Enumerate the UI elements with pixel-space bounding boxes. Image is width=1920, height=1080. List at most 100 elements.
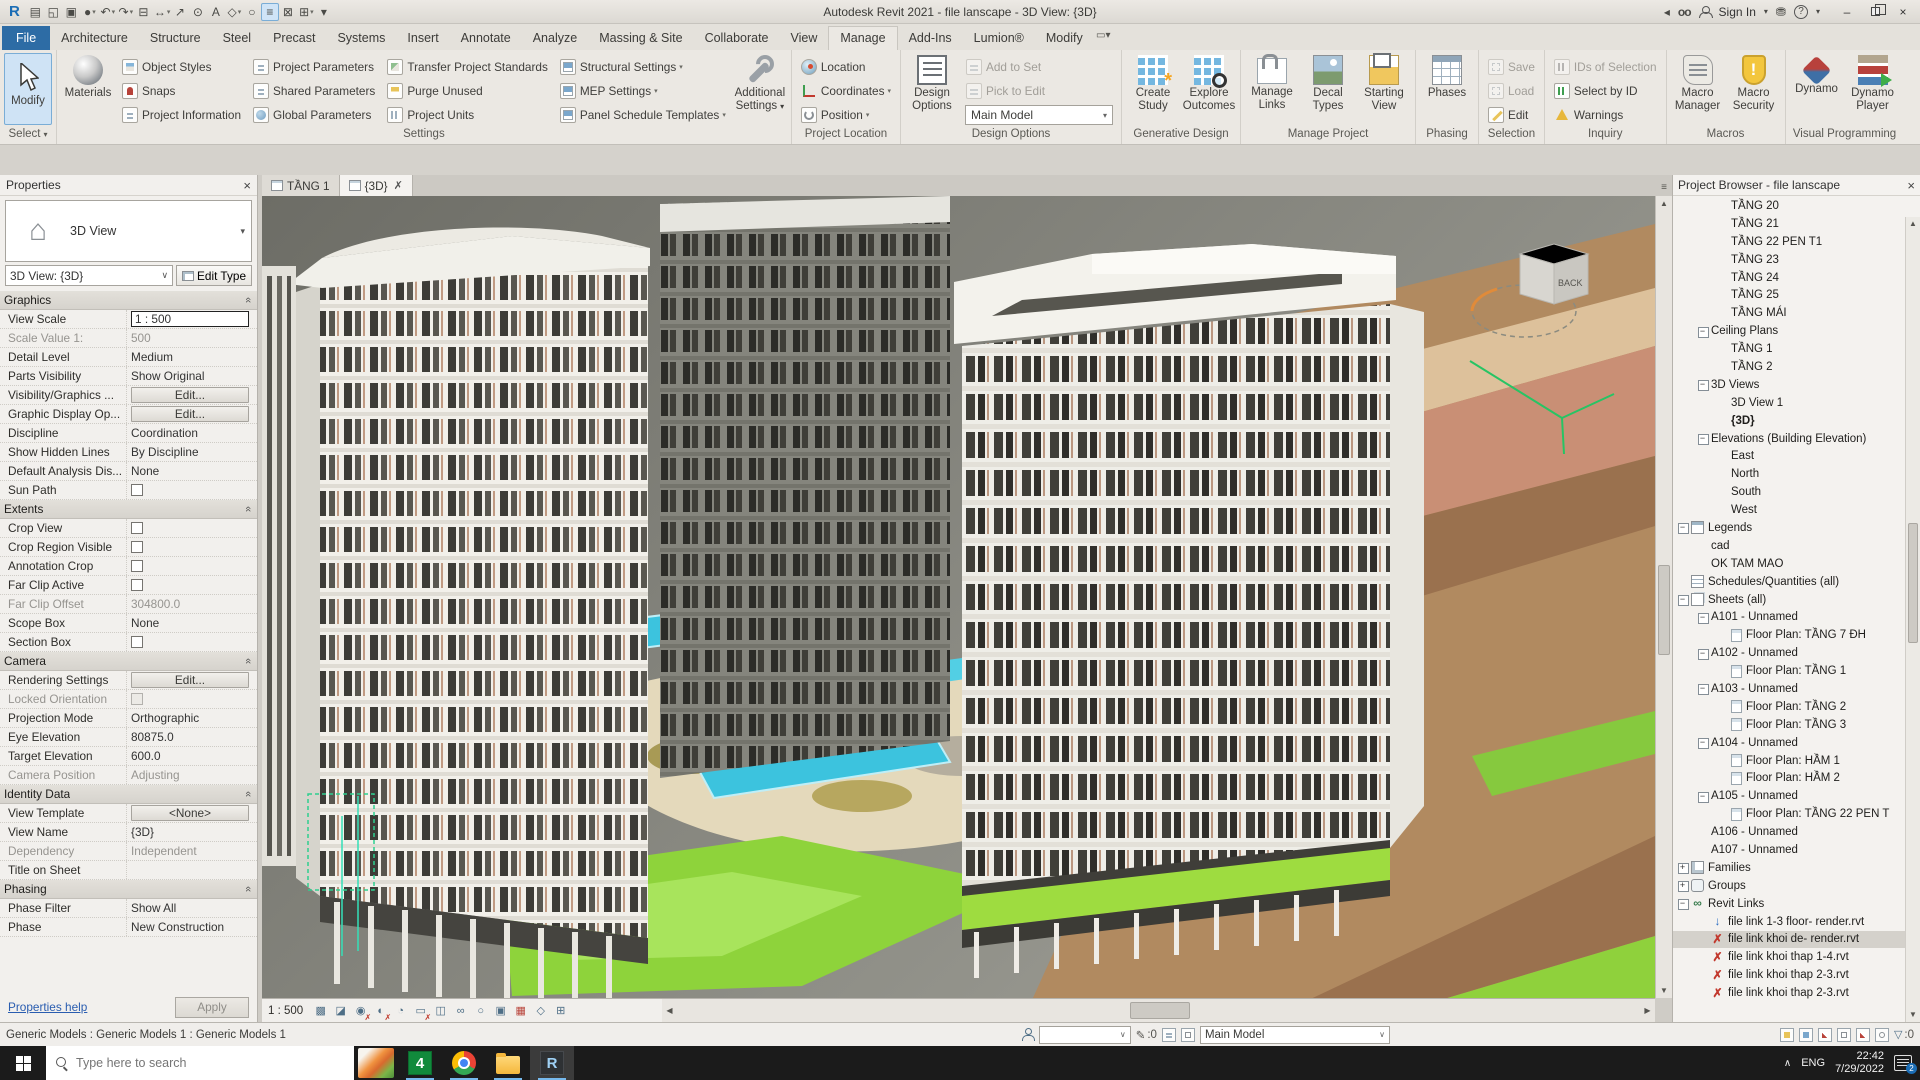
tree-expander-icon[interactable]: [1697, 969, 1711, 982]
tree-expander-icon[interactable]: [1717, 718, 1731, 731]
tree-expander-icon[interactable]: [1717, 414, 1731, 427]
property-row[interactable]: Identity Data: [0, 785, 257, 804]
ribbon-small-item[interactable]: Select by ID: [1549, 79, 1662, 103]
tree-expander-icon[interactable]: [1697, 557, 1711, 570]
design-options-button[interactable]: Design Options: [905, 53, 959, 114]
design-option-combo[interactable]: Main Model ▾: [965, 105, 1113, 125]
ribbon-big-button[interactable]: Starting View: [1357, 53, 1411, 114]
property-row[interactable]: Far Clip Active: [0, 576, 257, 595]
close-icon[interactable]: ✗: [394, 179, 403, 192]
tree-row[interactable]: Floor Plan: HẦM 2: [1673, 770, 1920, 788]
close-button[interactable]: ×: [1890, 3, 1916, 21]
tree-expander-icon[interactable]: [1717, 235, 1731, 248]
view-tab[interactable]: TẦNG 1 ✗: [262, 175, 340, 196]
minimize-button[interactable]: –: [1834, 3, 1860, 21]
property-row[interactable]: Camera Position Adjusting Adjusting Adju…: [0, 766, 257, 785]
ribbon-tab[interactable]: Structure: [139, 27, 212, 50]
ribbon-big-button[interactable]: Dynamo Player: [1846, 53, 1900, 114]
select-by-face-toggle-icon[interactable]: [1836, 1027, 1851, 1042]
select-links-toggle-icon[interactable]: [1779, 1027, 1794, 1042]
view-control-icon[interactable]: ▭: [412, 1002, 431, 1022]
ribbon-big-button[interactable]: CreateStudy: [1126, 53, 1180, 114]
revit-logo-icon[interactable]: R: [4, 3, 25, 20]
qat-button[interactable]: ▾: [315, 3, 333, 21]
property-row[interactable]: Visibility/Graphics ... Edit... Edit... …: [0, 386, 257, 405]
property-row[interactable]: Phase Filter Show All Show All Show All: [0, 899, 257, 918]
type-selector[interactable]: ⌂ 3D View ▾: [5, 200, 252, 262]
view-control-icon[interactable]: ◫: [432, 1002, 449, 1019]
tree-row[interactable]: Floor Plan: TẦNG 2: [1673, 698, 1920, 716]
tree-row[interactable]: TẦNG 2: [1673, 358, 1920, 376]
property-row[interactable]: Target Elevation 600.0 600.0 600.0: [0, 747, 257, 766]
tree-row[interactable]: file link khoi de- render.rvt: [1673, 930, 1920, 949]
phases-button[interactable]: Phases: [1420, 53, 1474, 101]
tree-expander-icon[interactable]: [1717, 754, 1731, 767]
ribbon-big-button[interactable]: Manage Links: [1245, 53, 1299, 113]
tree-expander-icon[interactable]: [1717, 289, 1731, 302]
apply-button[interactable]: Apply: [175, 996, 249, 1018]
select-pinned-toggle-icon[interactable]: [1817, 1027, 1832, 1042]
qat-button[interactable]: ○: [243, 3, 261, 21]
view-control-icon[interactable]: ◪: [332, 1002, 349, 1019]
qat-button[interactable]: ⊠: [279, 3, 297, 21]
workset-combo[interactable]: ∨: [1038, 1025, 1131, 1044]
ribbon-tab[interactable]: Systems: [326, 27, 396, 50]
qat-button[interactable]: ⊟: [135, 3, 153, 21]
view-control-icon[interactable]: ◐: [372, 1002, 391, 1023]
property-row[interactable]: Extents: [0, 500, 257, 519]
qat-button[interactable]: ↶ ▾: [99, 3, 117, 21]
scroll-down-icon[interactable]: ▼: [1656, 983, 1672, 998]
ribbon-tab[interactable]: Insert: [396, 27, 449, 50]
tree-expander-icon[interactable]: [1677, 593, 1691, 607]
canvas-horizontal-scrollbar[interactable]: ◀ ▶: [662, 998, 1655, 1022]
ribbon-small-item[interactable]: Location▾: [796, 55, 896, 79]
editable-only-toggle[interactable]: ✎:0: [1136, 1028, 1157, 1042]
property-row[interactable]: Locked Orientation: [0, 690, 257, 709]
ribbon-big-button[interactable]: Dynamo: [1790, 53, 1844, 97]
ribbon-big-button[interactable]: Explore Outcomes: [1182, 53, 1236, 114]
ribbon-small-item[interactable]: Pick to Edit▾: [961, 79, 1117, 103]
tree-expander-icon[interactable]: [1717, 665, 1731, 678]
ribbon-small-item[interactable]: Snaps▾: [117, 79, 246, 103]
ribbon-tab[interactable]: Precast: [262, 27, 326, 50]
tree-row[interactable]: Sheets (all): [1673, 591, 1920, 609]
app-store-cart-icon[interactable]: ⛃: [1776, 5, 1786, 19]
ribbon-small-item[interactable]: Project Information▾: [117, 103, 246, 127]
tree-expander-icon[interactable]: [1717, 629, 1731, 642]
tree-expander-icon[interactable]: [1697, 432, 1711, 446]
tree-row[interactable]: Families: [1673, 859, 1920, 877]
tree-row[interactable]: file link khoi thap 2-3.rvt: [1673, 966, 1920, 984]
view-tab[interactable]: {3D} ✗: [339, 175, 413, 196]
close-icon[interactable]: ×: [1907, 178, 1915, 193]
canvas-vertical-scrollbar[interactable]: ▲ ▼: [1655, 196, 1672, 998]
tree-expander-icon[interactable]: [1717, 199, 1731, 212]
qat-button[interactable]: ⊙: [189, 3, 207, 21]
tree-row[interactable]: file link khoi thap 1-4.rvt: [1673, 948, 1920, 966]
tree-row[interactable]: file link 1-3 floor- render.rvt: [1673, 913, 1920, 931]
property-row[interactable]: Eye Elevation 80875.0 80875.0 80875.0: [0, 728, 257, 747]
tree-expander-icon[interactable]: [1697, 915, 1711, 928]
tree-row[interactable]: Legends: [1673, 519, 1920, 537]
tree-row[interactable]: East: [1673, 447, 1920, 465]
tree-row[interactable]: A107 - Unnamed: [1673, 841, 1920, 859]
tree-expander-icon[interactable]: [1697, 378, 1711, 392]
close-icon[interactable]: ×: [243, 178, 251, 193]
taskbar-search[interactable]: [46, 1046, 354, 1080]
ribbon-small-item[interactable]: Purge Unused▾: [382, 79, 553, 103]
tree-row[interactable]: TẦNG MÁI: [1673, 304, 1920, 322]
tree-expander-icon[interactable]: [1697, 987, 1711, 1000]
ribbon-small-item[interactable]: MEP Settings ▾: [555, 79, 731, 103]
restore-button[interactable]: [1862, 3, 1888, 21]
tree-expander-icon[interactable]: [1697, 826, 1711, 839]
additional-settings-button[interactable]: Additional Settings ▾: [733, 53, 787, 114]
materials-button[interactable]: Materials: [61, 53, 115, 101]
tree-row[interactable]: TẦNG 23: [1673, 251, 1920, 269]
sign-in-button[interactable]: Sign In: [1719, 5, 1756, 19]
taskbar-clock[interactable]: 22:42 7/29/2022: [1835, 1050, 1884, 1076]
qat-button[interactable]: ⊞ ▾: [297, 3, 315, 21]
scrollbar-thumb[interactable]: [1129, 1002, 1190, 1019]
tree-row[interactable]: A102 - Unnamed: [1673, 644, 1920, 662]
tree-expander-icon[interactable]: [1717, 307, 1731, 320]
qat-button[interactable]: ▤: [27, 3, 45, 21]
tree-expander-icon[interactable]: [1717, 700, 1731, 713]
